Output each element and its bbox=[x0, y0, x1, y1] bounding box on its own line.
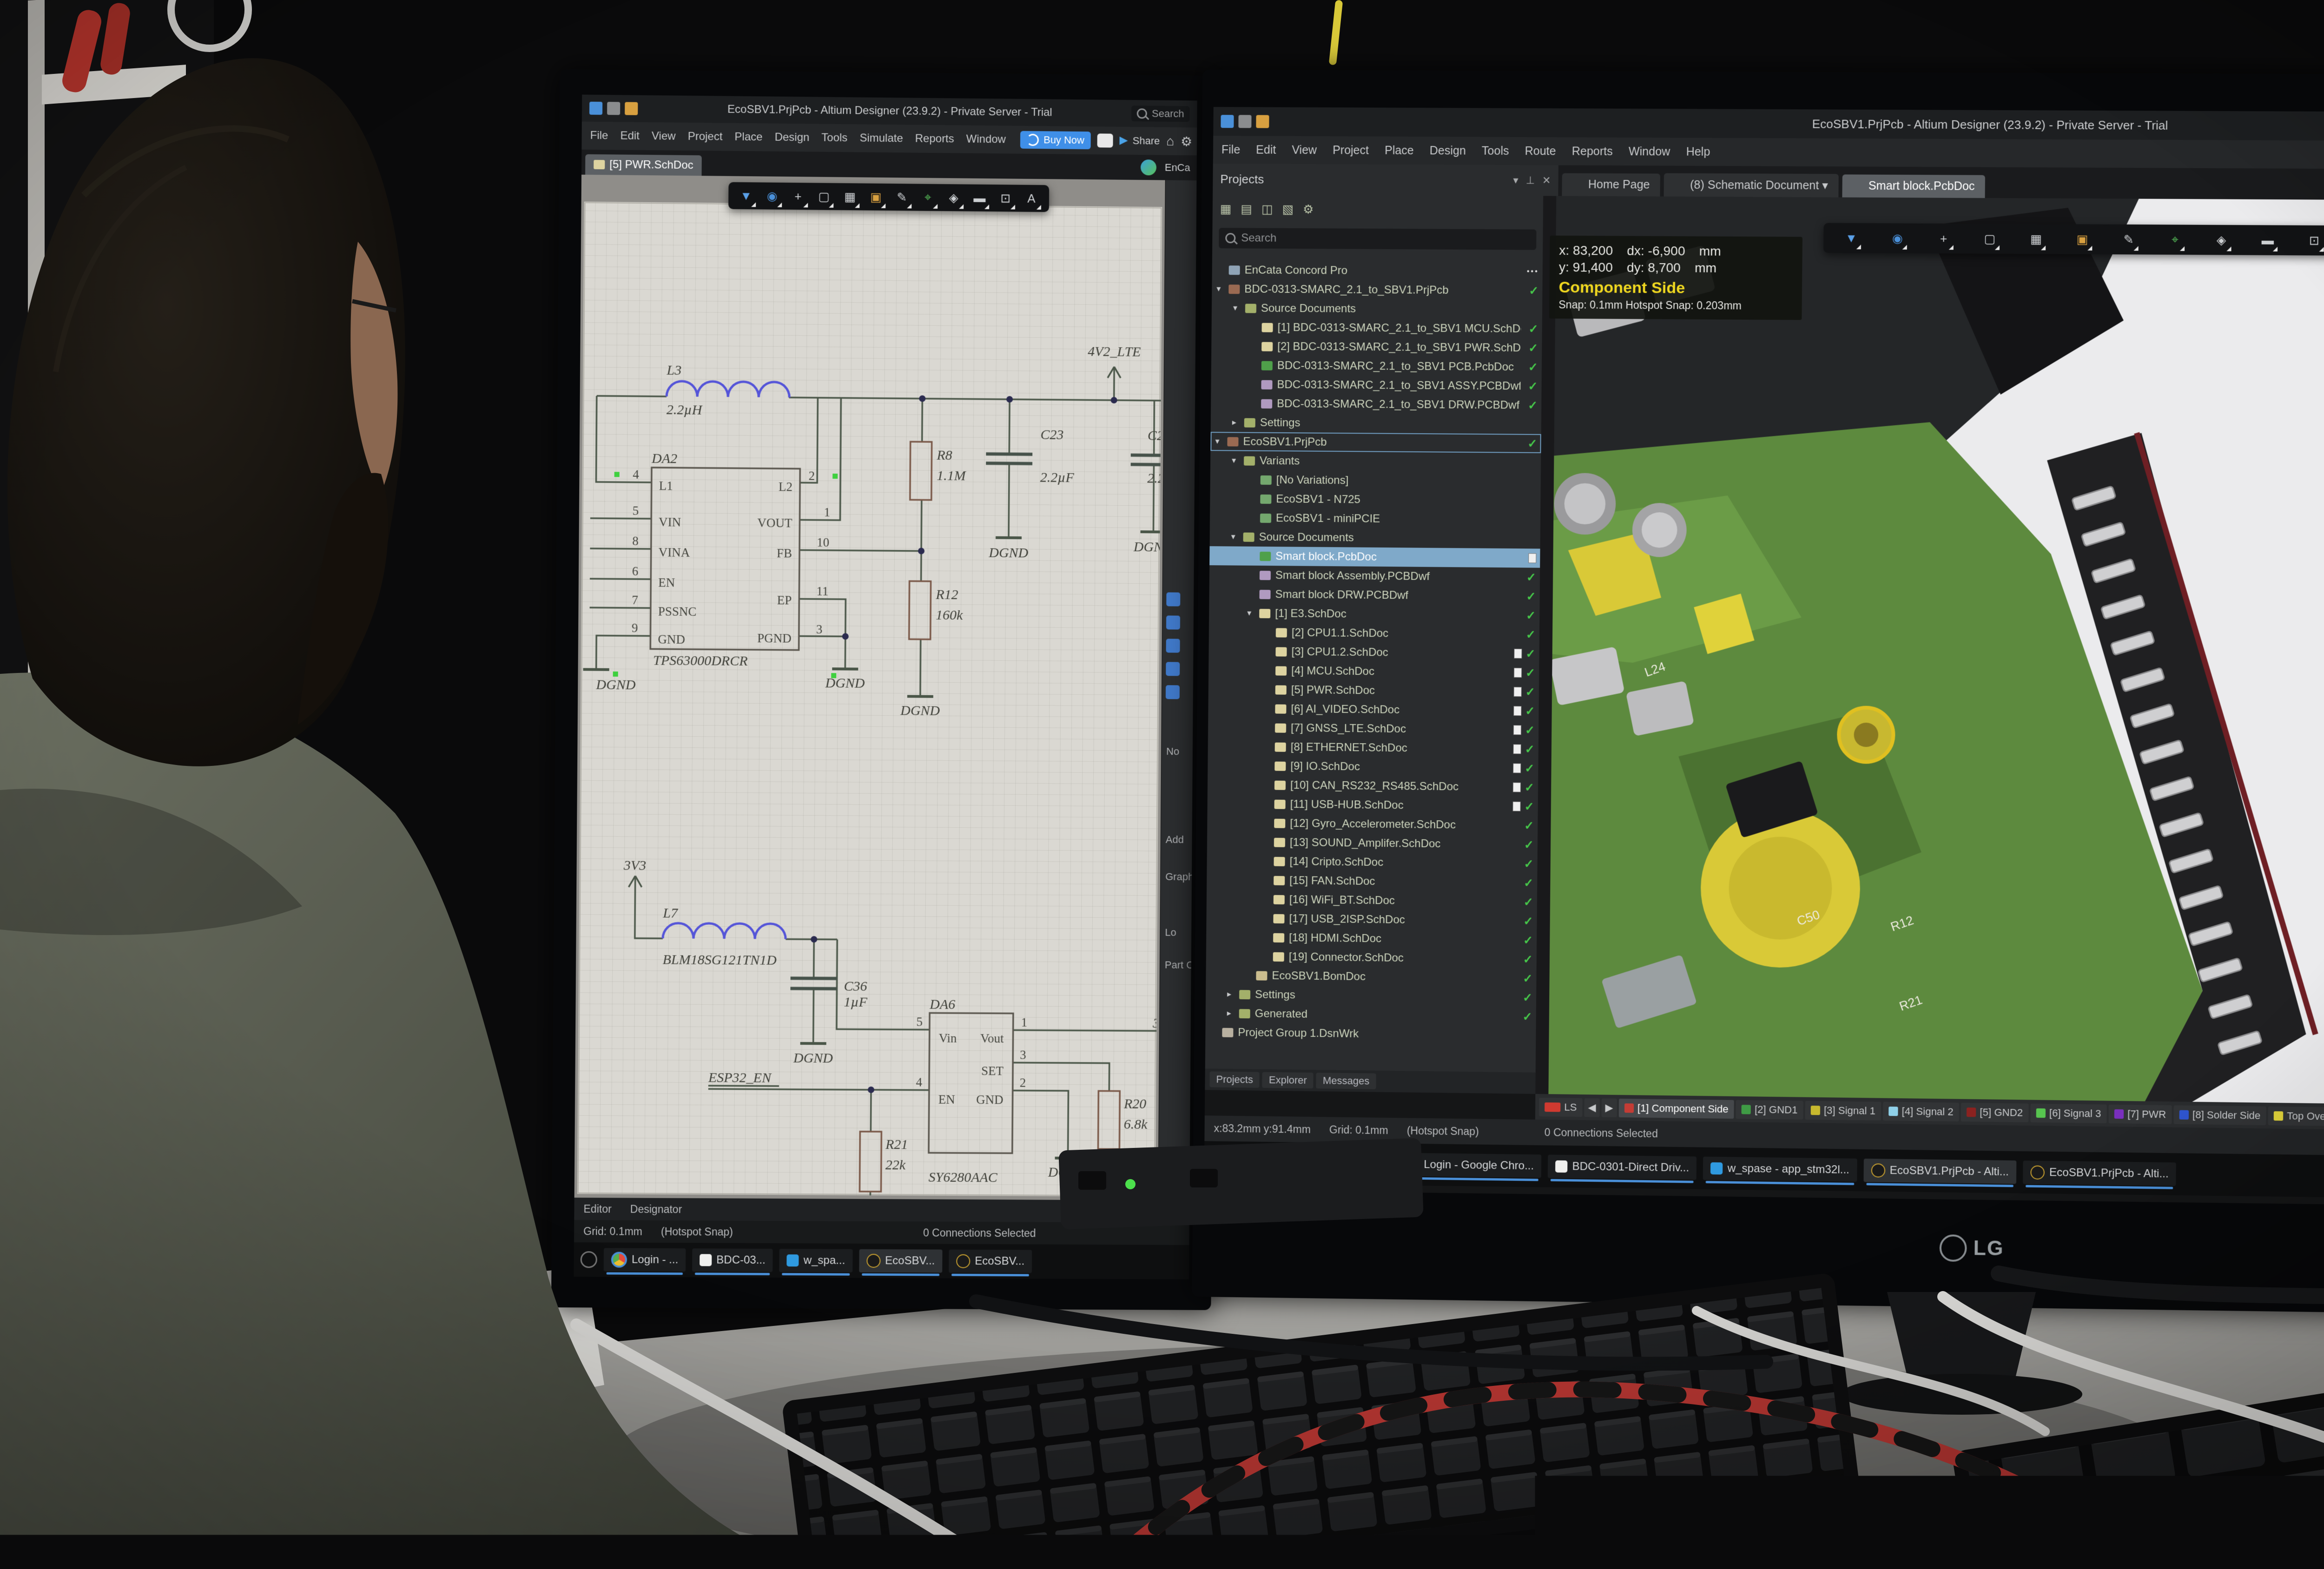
workstation-photo: EcoSBV1.PrjPcb - Altium Designer (23.9.2… bbox=[0, 0, 2324, 1569]
usb-hub bbox=[1058, 1138, 1423, 1229]
hub-led bbox=[1125, 1179, 1136, 1189]
person-silhouette bbox=[0, 0, 930, 1569]
